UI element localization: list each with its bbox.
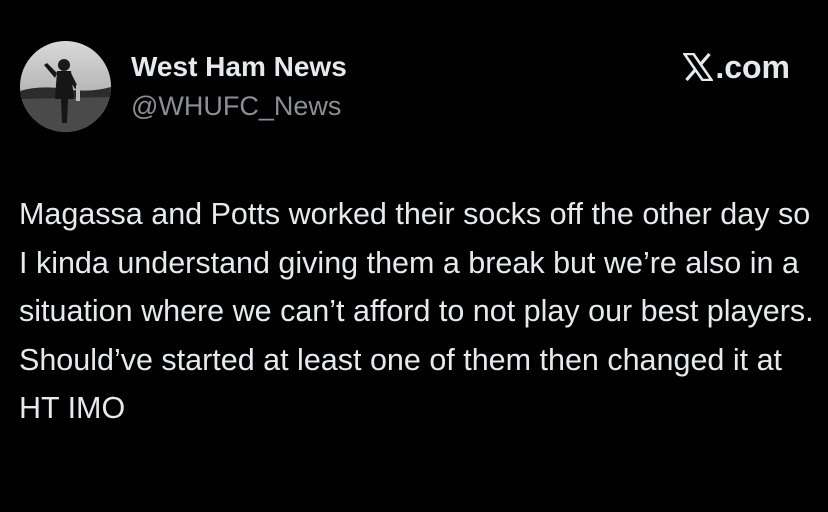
tweet-card: West Ham News @WHUFC_News .com Magassa a… [0,0,828,512]
x-logo-icon [683,53,714,81]
site-domain: .com [715,49,790,85]
site-mark: .com [683,49,790,85]
author-avatar[interactable] [20,41,111,132]
author-name[interactable]: West Ham News [131,50,347,84]
profile-photo-icon [20,41,111,132]
tweet-text: Magassa and Potts worked their socks off… [19,197,814,426]
author-handle[interactable]: @WHUFC_News [131,89,341,123]
